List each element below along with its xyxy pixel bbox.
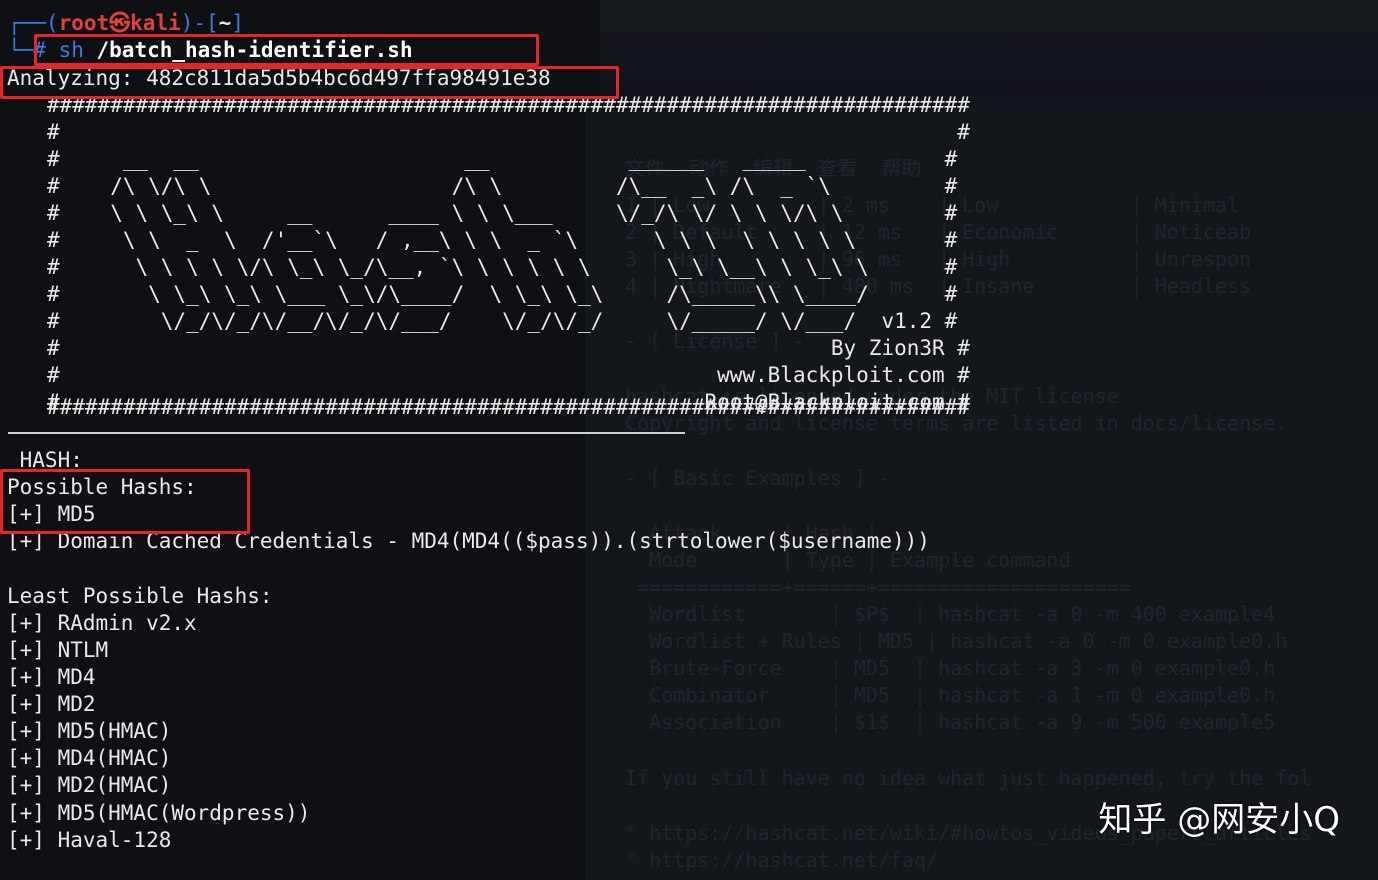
prompt-hash: └─#: [8, 38, 59, 62]
banner-row: # \/_/\/_/\/__/\/_/\/___/ \/_/\/_/ \/___…: [47, 309, 958, 333]
banner-row: # \ \_\ \_\ \___ \_\/\____/ \ \_\ \_\ /\…: [47, 282, 958, 306]
banner-row: # \ \ _ \ /'__`\ / ,__\ \ \ _ `\ \ \ \ \…: [47, 228, 958, 252]
banner-row: # By Zion3R #: [47, 336, 970, 360]
least-hash-item: [+] MD4: [7, 665, 96, 689]
bg-line: Wordlist | $P$ | hashcat -a 0 -m 400 exa…: [625, 602, 1276, 626]
prompt-at: ㉿: [109, 11, 131, 35]
possible-hash-item: [+] Domain Cached Credentials - MD4(MD4(…: [7, 529, 930, 553]
least-hash-item: [+] MD5(HMAC(Wordpress)): [7, 801, 311, 825]
bg-line: Combinator | MD5 | hashcat -a 1 -m 0 exa…: [625, 683, 1276, 707]
command-name: sh: [58, 38, 84, 62]
bg-line: - [ Basic Examples ] -: [625, 466, 890, 490]
possible-hashs-header: Possible Hashs:: [7, 475, 197, 499]
least-hash-item: [+] MD4(HMAC): [7, 746, 172, 770]
least-hash-item: [+] MD2: [7, 692, 96, 716]
bg-line: Association | $1$ | hashcat -a 9 -m 500 …: [625, 710, 1276, 734]
least-hash-item: [+] NTLM: [7, 638, 109, 662]
banner-row: # /\ \/\ \ /\ \ /\__ _\ /\ _ `\ #: [47, 174, 958, 198]
prompt-frame: ]: [231, 11, 244, 35]
prompt-host: kali: [130, 11, 181, 35]
separator-line: [8, 432, 685, 434]
bg-line: Brute-Force | MD5 | hashcat -a 3 -m 0 ex…: [625, 656, 1276, 680]
banner-row: # __ __ __ ______ _____ #: [47, 147, 958, 171]
bg-line: If you still have no idea what just happ…: [625, 766, 1312, 790]
bg-line: * https://hashcat.net/faq/: [625, 848, 939, 872]
prompt-user: root: [58, 11, 110, 35]
least-possible-header: Least Possible Hashs:: [7, 584, 273, 608]
banner-row: # www.Blackploit.com #: [47, 363, 970, 387]
least-hash-item: [+] RAdmin v2.x: [7, 611, 197, 635]
shell-prompt: ┌──(root㉿kali)-[~]: [8, 10, 244, 37]
analyzing-line: Analyzing: 482c811da5d5b4bc6d497ffa98491…: [7, 66, 551, 90]
least-hash-item: [+] MD5(HMAC): [7, 719, 172, 743]
possible-hash-item: [+] MD5: [7, 502, 96, 526]
least-hash-item: [+] Haval-128: [7, 828, 172, 852]
banner-border-bottom: ########################################…: [47, 395, 970, 419]
background-window-titlebar: [600, 0, 1378, 100]
hash-label: HASH:: [7, 448, 83, 472]
prompt-cwd: ~: [218, 11, 232, 35]
bg-line: ============+======+====================…: [625, 575, 1131, 599]
banner-row: # \ \ \ \ \/\ \_\ \_/\__, `\ \ \ \ \ \ \…: [47, 255, 958, 279]
terminal-screen[interactable]: 文件 动作 编辑 查看 帮助 1 | Low | 2 ms | Low | Mi…: [0, 0, 1378, 880]
command-line[interactable]: └─# sh /batch_hash-identifier.sh: [8, 37, 413, 64]
banner-border-top: ########################################…: [47, 93, 970, 117]
prompt-frame: ┌──(: [8, 11, 59, 35]
command-argument: /batch_hash-identifier.sh: [83, 38, 413, 62]
banner-row: # \ \ \_\ \ __ ____ \ \ \___ \/_/\ \/ \ …: [47, 201, 958, 225]
least-hash-item: [+] MD2(HMAC): [7, 773, 172, 797]
watermark-text: 知乎 @网安小Q: [1098, 800, 1340, 840]
prompt-frame: )-[: [180, 11, 219, 35]
banner-row: # #: [47, 120, 970, 144]
bg-line: Wordlist + Rules | MD5 | hashcat -a 0 -m…: [625, 629, 1288, 653]
